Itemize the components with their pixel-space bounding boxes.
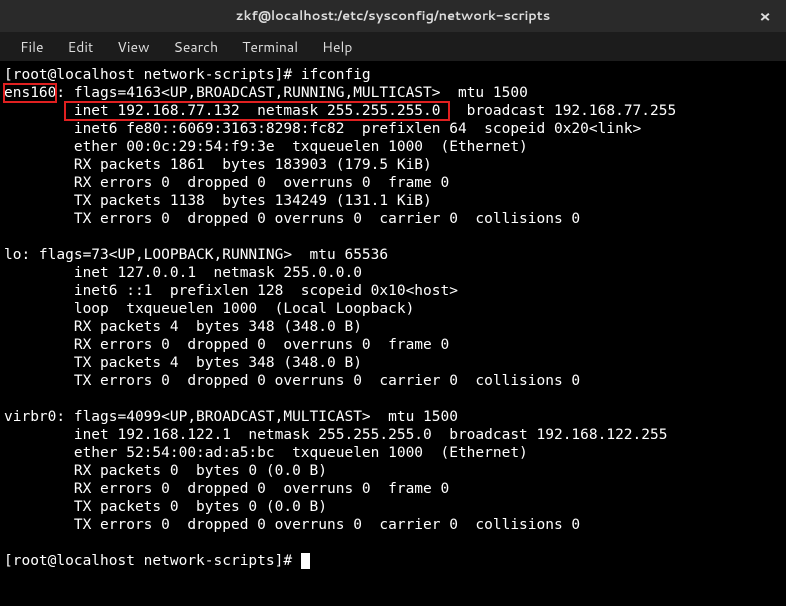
lo-inet6-line: inet6 ::1 prefixlen 128 scopeid 0x10<hos… <box>4 283 458 299</box>
prompt-line-2: [root@localhost network-scripts]# <box>4 553 301 569</box>
lo-loop-line: loop txqueuelen 1000 (Local Loopback) <box>4 301 414 317</box>
virbr0-tx-packets-line: TX packets 0 bytes 0 (0.0 B) <box>4 499 327 515</box>
lo-rx-packets-line: RX packets 4 bytes 348 (348.0 B) <box>4 319 362 335</box>
menu-edit[interactable]: Edit <box>56 33 106 61</box>
lo-tx-packets-line: TX packets 4 bytes 348 (348.0 B) <box>4 355 362 371</box>
close-icon: × <box>759 5 770 28</box>
menu-search[interactable]: Search <box>162 33 231 61</box>
menu-terminal[interactable]: Terminal <box>230 33 310 61</box>
menu-help[interactable]: Help <box>310 33 364 61</box>
virbr0-ether-line: ether 52:54:00:ad:a5:bc txqueuelen 1000 … <box>4 445 528 461</box>
ens160-rx-errors-line: RX errors 0 dropped 0 overruns 0 frame 0 <box>4 175 449 191</box>
interface-name-ens160: ens160 <box>4 84 56 102</box>
prompt-line-1: [root@localhost network-scripts]# ifconf… <box>4 67 371 83</box>
virbr0-inet-line: inet 192.168.122.1 netmask 255.255.255.0… <box>4 427 667 443</box>
menu-file[interactable]: File <box>8 33 56 61</box>
ens160-tx-packets-line: TX packets 1138 bytes 134249 (131.1 KiB) <box>4 193 432 209</box>
lo-tx-errors-line: TX errors 0 dropped 0 overruns 0 carrier… <box>4 373 580 389</box>
close-button[interactable]: × <box>752 3 778 29</box>
terminal-window: zkf@localhost:/etc/sysconfig/network-scr… <box>0 0 786 606</box>
menu-view[interactable]: View <box>105 33 161 61</box>
window-title: zkf@localhost:/etc/sysconfig/network-scr… <box>236 7 551 25</box>
menubar: File Edit View Search Terminal Help <box>0 32 786 62</box>
virbr0-rx-errors-line: RX errors 0 dropped 0 overruns 0 frame 0 <box>4 481 449 497</box>
lo-inet-line: inet 127.0.0.1 netmask 255.0.0.0 <box>4 265 362 281</box>
lo-rx-errors-line: RX errors 0 dropped 0 overruns 0 frame 0 <box>4 337 449 353</box>
ens160-tx-errors-line: TX errors 0 dropped 0 overruns 0 carrier… <box>4 211 580 227</box>
virbr0-head-line: virbr0: flags=4099<UP,BROADCAST,MULTICAS… <box>4 409 458 425</box>
ens160-broadcast-text: broadcast 192.168.77.255 <box>449 103 676 119</box>
ens160-inet6-line: inet6 fe80::6069:3163:8298:fc82 prefixle… <box>4 121 641 137</box>
ens160-flags-text: : flags=4163<UP,BROADCAST,RUNNING,MULTIC… <box>56 85 527 101</box>
ens160-inet-highlight: inet 192.168.77.132 netmask 255.255.255.… <box>65 102 449 120</box>
window-titlebar: zkf@localhost:/etc/sysconfig/network-scr… <box>0 0 786 32</box>
ens160-ether-line: ether 00:0c:29:54:f9:3e txqueuelen 1000 … <box>4 139 528 155</box>
command-ifconfig: ifconfig <box>301 67 371 83</box>
virbr0-tx-errors-line: TX errors 0 dropped 0 overruns 0 carrier… <box>4 517 580 533</box>
ens160-rx-packets-line: RX packets 1861 bytes 183903 (179.5 KiB) <box>4 157 432 173</box>
prompt: [root@localhost network-scripts]# <box>4 67 301 83</box>
cursor <box>301 553 310 569</box>
lo-head-line: lo: flags=73<UP,LOOPBACK,RUNNING> mtu 65… <box>4 247 388 263</box>
terminal-output[interactable]: [root@localhost network-scripts]# ifconf… <box>0 62 786 606</box>
virbr0-rx-packets-line: RX packets 0 bytes 0 (0.0 B) <box>4 463 327 479</box>
